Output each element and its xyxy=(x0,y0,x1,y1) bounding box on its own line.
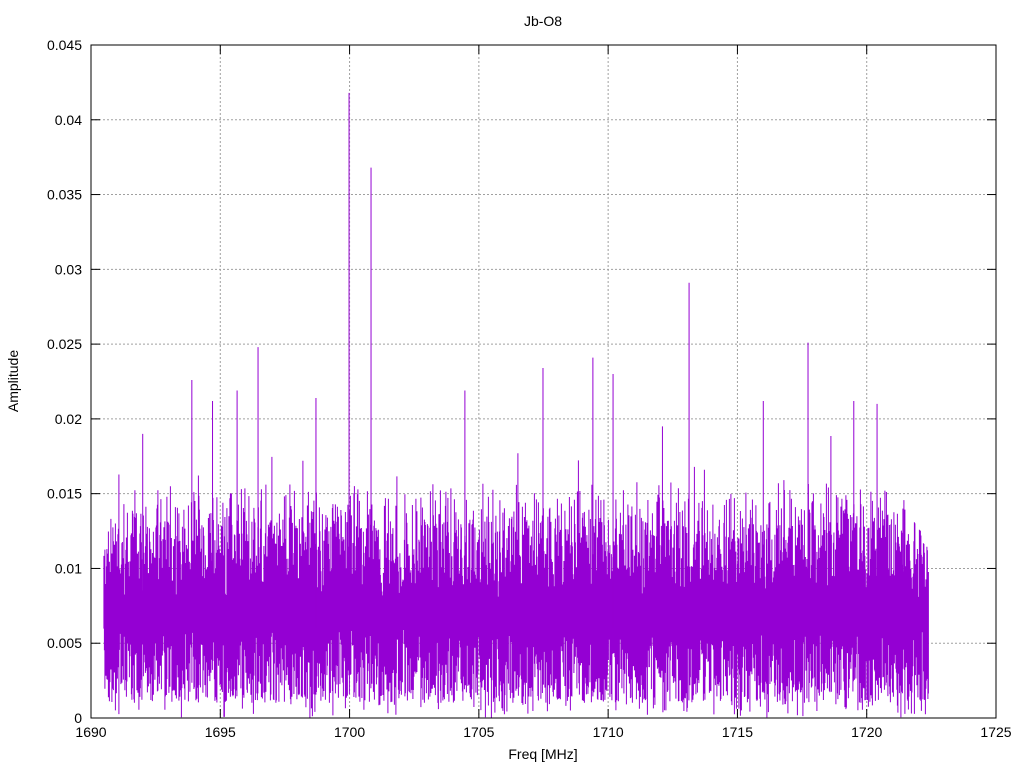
x-axis-label: Freq [MHz] xyxy=(508,746,577,762)
y-tick-label: 0.01 xyxy=(55,560,82,576)
x-tick-label: 1710 xyxy=(593,724,624,740)
y-tick-label: 0.035 xyxy=(47,187,82,203)
y-tick-label: 0 xyxy=(74,710,82,726)
x-tick-label: 1690 xyxy=(75,724,106,740)
y-tick-label: 0.025 xyxy=(47,336,82,352)
y-tick-label: 0.045 xyxy=(47,37,82,53)
x-tick-label: 1700 xyxy=(334,724,365,740)
x-tick-label: 1695 xyxy=(205,724,236,740)
chart: Jb-O8 1690 1695 1700 1705 1710 1715 1720 1725 0 0… xyxy=(5,13,1012,762)
x-tick-label: 1720 xyxy=(851,724,882,740)
y-tick-label: 0.005 xyxy=(47,635,82,651)
y-tick-label: 0.015 xyxy=(47,486,82,502)
chart-title: Jb-O8 xyxy=(524,13,562,29)
y-axis-label: Amplitude xyxy=(5,350,21,412)
y-tick-label: 0.02 xyxy=(55,411,82,427)
series xyxy=(103,92,929,718)
series-line xyxy=(103,436,929,718)
y-tick-label: 0.04 xyxy=(55,112,82,128)
x-tick-label: 1705 xyxy=(463,724,494,740)
x-tick-label: 1725 xyxy=(980,724,1011,740)
y-tick-label: 0.03 xyxy=(55,261,82,277)
x-tick-label: 1715 xyxy=(722,724,753,740)
